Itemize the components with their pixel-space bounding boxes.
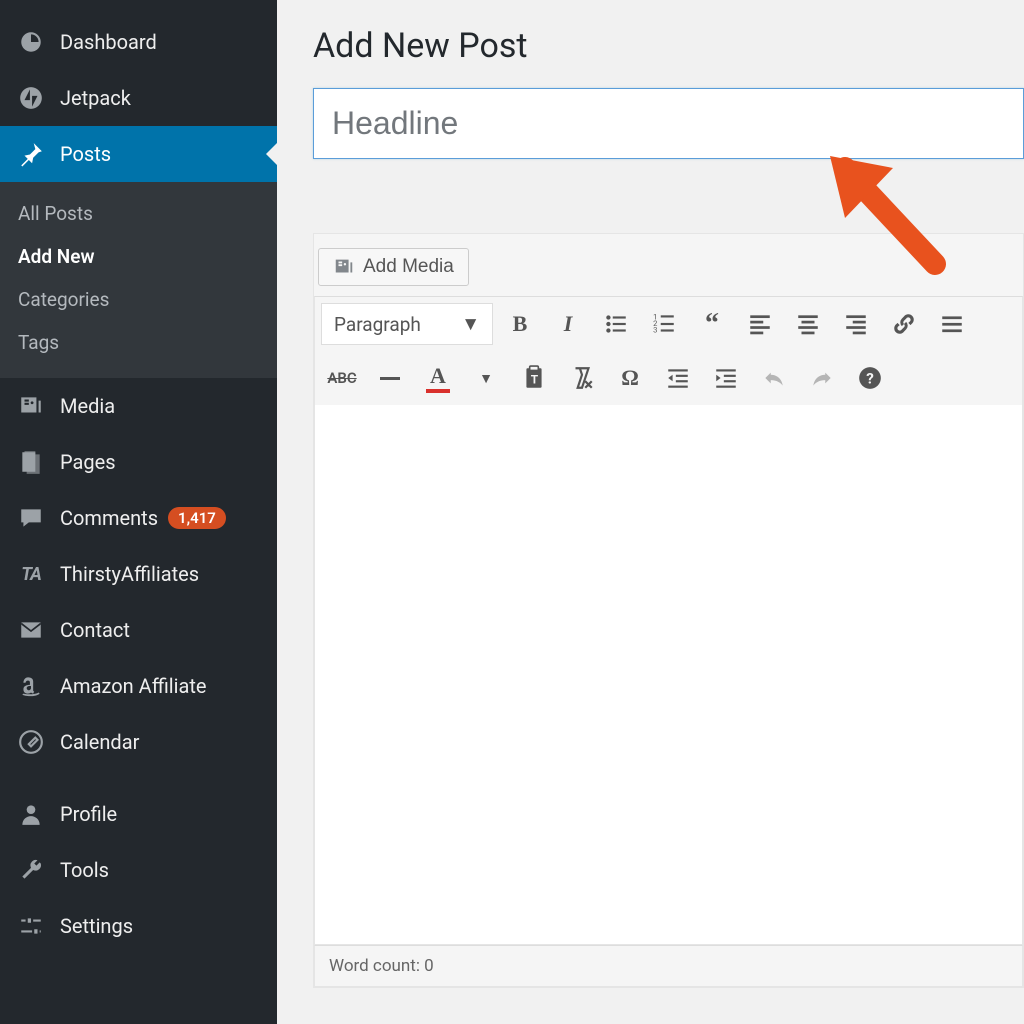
sidebar-item-thirstyaffiliates[interactable]: TA ThirstyAffiliates <box>0 546 277 602</box>
outdent-button[interactable] <box>657 357 699 399</box>
main-content: Add New Post Add Media Paragraph ▼ B <box>277 0 1024 1024</box>
sidebar-item-comments[interactable]: Comments 1,417 <box>0 490 277 546</box>
sidebar-item-label: Calendar <box>60 730 139 754</box>
sidebar-item-label: Profile <box>60 802 117 826</box>
thirstyaffiliates-icon: TA <box>16 559 46 589</box>
sidebar-item-profile[interactable]: Profile <box>0 786 277 842</box>
sidebar-item-label: Contact <box>60 618 130 642</box>
sidebar-item-label: Amazon Affiliate <box>60 674 207 698</box>
sidebar-item-media[interactable]: Media <box>0 378 277 434</box>
sidebar-item-label: Tools <box>60 858 109 882</box>
jetpack-icon <box>16 83 46 113</box>
text-color-button[interactable]: A <box>417 357 459 399</box>
more-button[interactable] <box>931 303 973 345</box>
media-icon <box>333 256 355 278</box>
pages-icon <box>16 447 46 477</box>
blockquote-button[interactable]: “ <box>691 303 733 345</box>
sidebar-item-label: Posts <box>60 142 111 166</box>
horizontal-rule-button[interactable] <box>369 357 411 399</box>
sidebar-item-contact[interactable]: Contact <box>0 602 277 658</box>
sidebar-item-label: Settings <box>60 914 133 938</box>
align-right-button[interactable] <box>835 303 877 345</box>
submenu-add-new[interactable]: Add New <box>0 235 277 278</box>
sidebar-item-amazon-affiliate[interactable]: Amazon Affiliate <box>0 658 277 714</box>
align-left-button[interactable] <box>739 303 781 345</box>
undo-button[interactable] <box>753 357 795 399</box>
submenu-categories[interactable]: Categories <box>0 278 277 321</box>
comment-icon <box>16 503 46 533</box>
media-row: Add Media <box>314 234 1023 296</box>
sidebar-item-calendar[interactable]: Calendar <box>0 714 277 770</box>
sliders-icon <box>16 911 46 941</box>
svg-text:T: T <box>531 372 539 386</box>
pin-icon <box>16 139 46 169</box>
svg-text:3: 3 <box>653 326 657 335</box>
paste-text-button[interactable]: T <box>513 357 555 399</box>
sidebar-item-dashboard[interactable]: Dashboard <box>0 14 277 70</box>
format-select[interactable]: Paragraph ▼ <box>321 303 493 345</box>
chevron-down-icon: ▼ <box>461 312 480 336</box>
media-icon <box>16 391 46 421</box>
sidebar-item-label: Jetpack <box>60 86 131 110</box>
editor-toolbar: Paragraph ▼ B I 123 “ <box>314 296 1023 405</box>
wrench-icon <box>16 855 46 885</box>
format-select-label: Paragraph <box>334 313 421 336</box>
editor-container: Add Media Paragraph ▼ B I 123 “ <box>313 233 1024 988</box>
svg-text:?: ? <box>866 369 874 387</box>
amazon-icon <box>16 671 46 701</box>
editor-status-bar: Word count: 0 <box>314 945 1023 987</box>
redo-button[interactable] <box>801 357 843 399</box>
submenu-tags[interactable]: Tags <box>0 321 277 364</box>
calendar-icon <box>16 727 46 757</box>
link-button[interactable] <box>883 303 925 345</box>
dashboard-icon <box>16 27 46 57</box>
sidebar-item-posts[interactable]: Posts <box>0 126 277 182</box>
profile-icon <box>16 799 46 829</box>
sidebar-item-label: Comments <box>60 506 158 530</box>
sidebar-item-settings[interactable]: Settings <box>0 898 277 954</box>
admin-sidebar: Dashboard Jetpack Posts All Posts Add Ne… <box>0 0 277 1024</box>
bold-button[interactable]: B <box>499 303 541 345</box>
indent-button[interactable] <box>705 357 747 399</box>
word-count: Word count: 0 <box>329 956 434 976</box>
italic-button[interactable]: I <box>547 303 589 345</box>
numbered-list-button[interactable]: 123 <box>643 303 685 345</box>
align-center-button[interactable] <box>787 303 829 345</box>
help-button[interactable]: ? <box>849 357 891 399</box>
strikethrough-button[interactable]: ABC <box>321 357 363 399</box>
page-title: Add New Post <box>313 26 1024 66</box>
sidebar-item-jetpack[interactable]: Jetpack <box>0 70 277 126</box>
sidebar-item-tools[interactable]: Tools <box>0 842 277 898</box>
post-title-input[interactable] <box>313 88 1024 159</box>
text-color-dropdown[interactable]: ▼ <box>465 357 507 399</box>
special-character-button[interactable]: Ω <box>609 357 651 399</box>
add-media-label: Add Media <box>363 256 454 278</box>
editor-canvas[interactable] <box>314 405 1023 945</box>
sidebar-item-label: Dashboard <box>60 30 157 54</box>
comments-count-badge: 1,417 <box>168 507 226 529</box>
sidebar-item-pages[interactable]: Pages <box>0 434 277 490</box>
clear-formatting-button[interactable] <box>561 357 603 399</box>
mail-icon <box>16 615 46 645</box>
add-media-button[interactable]: Add Media <box>318 248 469 286</box>
submenu-all-posts[interactable]: All Posts <box>0 192 277 235</box>
sidebar-item-label: ThirstyAffiliates <box>60 562 199 586</box>
sidebar-item-label: Media <box>60 394 115 418</box>
bullet-list-button[interactable] <box>595 303 637 345</box>
posts-submenu: All Posts Add New Categories Tags <box>0 182 277 378</box>
sidebar-item-label: Pages <box>60 450 116 474</box>
